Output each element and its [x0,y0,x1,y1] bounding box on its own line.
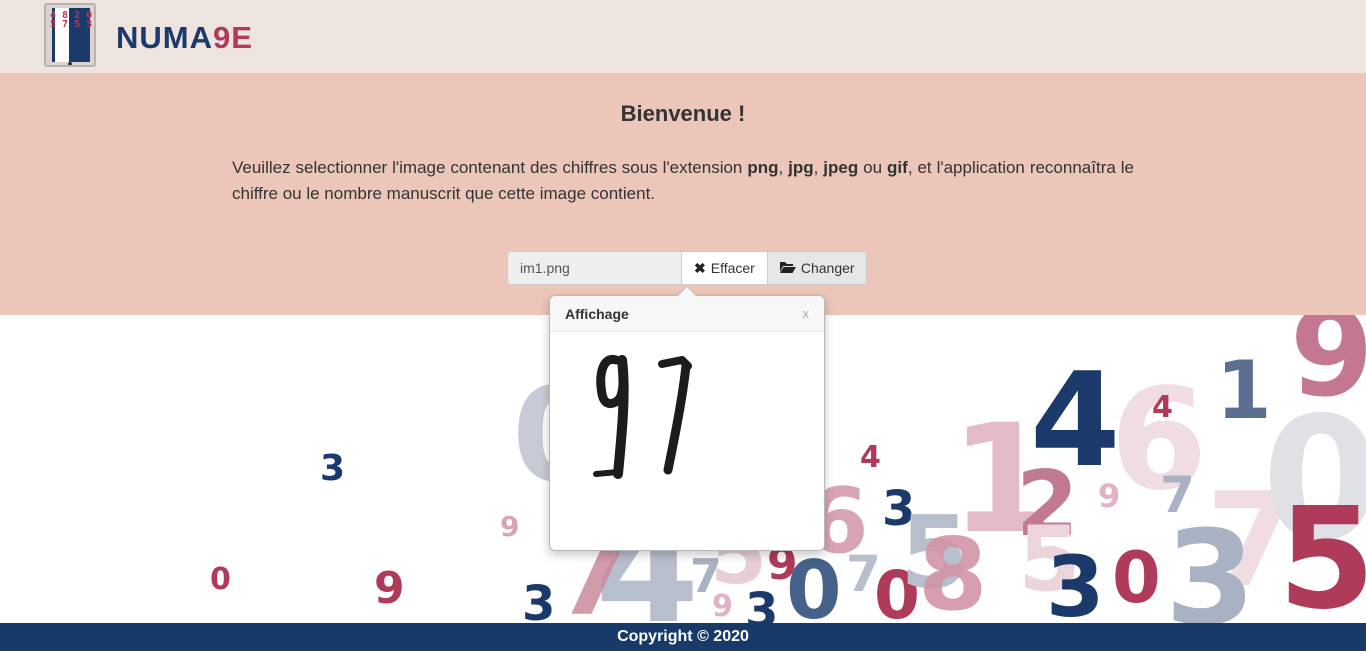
bg-digit: 3 [320,448,346,489]
header: 4 8 2 0 5 7 5 3 NUMA9E [0,0,1366,73]
brand-name[interactable]: NUMA9E [116,20,253,56]
popover-title: Affichage [550,296,824,332]
bg-digit: 3 [1165,502,1256,623]
change-button[interactable]: Changer [767,251,867,285]
bg-digit: 4 [1152,390,1173,425]
selected-file-name[interactable]: im1.png [507,251,681,285]
page-title: Bienvenue ! [620,101,746,126]
bg-digit: 9 [500,510,520,543]
footer: Copyright © 2020 [0,623,1366,651]
app-logo[interactable]: 4 8 2 0 5 7 5 3 [44,3,96,67]
bg-digit: 3 [522,576,556,623]
bg-digit: 9 [374,563,405,614]
clear-button-label: Effacer [710,260,755,276]
file-upload-group: im1.png ✖ Effacer Changer [507,251,867,285]
bg-digit: 0 [1112,537,1161,619]
bg-digit: 0 [786,544,842,624]
bg-digit: 3 [745,583,779,623]
copyright-text: Copyright © 2020 [617,628,749,645]
logo-digits: 4 8 2 0 5 7 5 3 [50,10,93,30]
folder-open-icon [779,260,796,276]
bg-digit: 0 [210,562,231,597]
preview-popover: Affichage x [549,286,825,551]
bg-digit: 4 [860,440,881,475]
bg-digit: 4 [1030,344,1121,496]
bg-digit: 9 [712,589,733,623]
bg-digit: 3 [1046,538,1105,623]
times-icon: ✖ [694,260,706,276]
popover-arrow [677,286,697,296]
change-button-label: Changer [800,260,855,276]
bg-digit: 5 [1278,478,1366,624]
handwritten-digits-image [593,354,692,479]
clear-button[interactable]: ✖ Effacer [681,251,768,285]
popover-close-button[interactable]: x [803,306,810,321]
preview-image [578,342,728,492]
intro-text: Veuillez selectionner l'image contenant … [232,158,1134,203]
